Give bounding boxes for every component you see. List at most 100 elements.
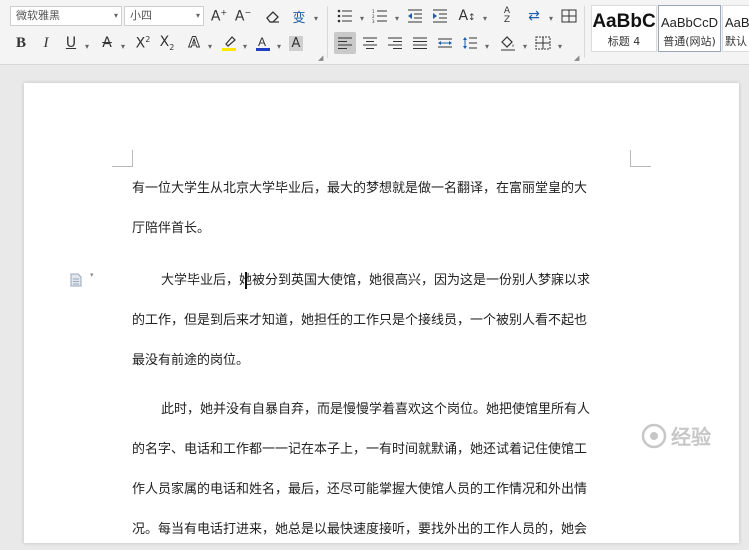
- line-spacing-swap-button[interactable]: ⇄: [523, 5, 545, 27]
- paragraph-3[interactable]: 此时，她并没有自暴自弃，而是慢慢学着喜欢这个岗位。她把使馆里所有人 的名字、电话…: [132, 390, 632, 550]
- shading-dropdown[interactable]: ▾: [518, 35, 532, 57]
- line-spacing-button[interactable]: [459, 32, 481, 54]
- style-heading-4[interactable]: AaBbC 标题 4: [591, 5, 657, 52]
- chevron-down-icon: ▾: [120, 41, 125, 51]
- bold-button[interactable]: B: [10, 32, 32, 54]
- chevron-down-icon: ▾: [195, 11, 200, 20]
- chevron-down-icon: ▾: [313, 13, 318, 23]
- chevron-down-icon: ▾: [242, 41, 247, 51]
- numbering-button[interactable]: 123: [369, 5, 391, 27]
- distributed-button[interactable]: [434, 32, 456, 54]
- line-spacing-swap-dropdown[interactable]: ▾: [544, 7, 558, 29]
- underline-icon: U: [65, 35, 77, 51]
- italic-button[interactable]: I: [35, 32, 57, 54]
- shrink-font-icon: A−: [234, 7, 252, 25]
- text-effect-dropdown[interactable]: ▾: [203, 35, 217, 57]
- margin-crop-mark-right: [630, 150, 651, 167]
- eraser-icon: [266, 11, 279, 23]
- paragraph-handle-icon[interactable]: [70, 273, 82, 287]
- borders-icon: [535, 36, 551, 50]
- superscript-button[interactable]: X2: [132, 32, 154, 54]
- highlight-button[interactable]: [218, 32, 240, 54]
- table-insert-button[interactable]: [558, 5, 580, 27]
- align-right-icon: [388, 37, 402, 49]
- numbering-dropdown[interactable]: ▾: [390, 7, 404, 29]
- increase-indent-button[interactable]: [429, 5, 451, 27]
- watermark-text: 经验: [671, 425, 711, 449]
- align-center-icon: [363, 37, 377, 49]
- margin-crop-mark-left: [112, 150, 133, 167]
- chevron-down-icon: ▾: [557, 41, 562, 51]
- font-family-select[interactable]: 微软雅黑 ▾: [10, 6, 122, 26]
- strikethrough-button[interactable]: A: [96, 32, 118, 54]
- subscript-button[interactable]: X2: [156, 32, 178, 54]
- font-size-select[interactable]: 小四 ▾: [124, 6, 204, 26]
- strikethrough-dropdown[interactable]: ▾: [116, 35, 130, 57]
- align-center-button[interactable]: [359, 32, 381, 54]
- chevron-down-icon: ▾: [207, 41, 212, 51]
- chevron-down-icon: ▾: [484, 41, 489, 51]
- text-line: 的名字、电话和工作都一一记在本子上，一有时间就默诵，她还试着记住使馆工: [132, 442, 588, 457]
- underline-button[interactable]: U: [60, 32, 82, 54]
- text-line: 厅陪伴首长。: [132, 221, 211, 236]
- sort-button[interactable]: AZ: [496, 5, 518, 27]
- grow-font-icon: A+: [210, 7, 228, 25]
- underline-dropdown[interactable]: ▾: [80, 35, 94, 57]
- paragraph-2[interactable]: 大学毕业后，她被分到英国大使馆，她很高兴，因为这是一份别人梦寐以求 的工作，但是…: [132, 261, 632, 381]
- font-color-button[interactable]: A: [252, 32, 274, 54]
- highlighter-icon: [222, 36, 236, 51]
- style-default[interactable]: AaB 默认: [722, 5, 749, 52]
- paint-bucket-icon: [501, 36, 515, 51]
- style-normal-web[interactable]: AaBbCcD 普通(网站): [658, 5, 721, 52]
- borders-dropdown[interactable]: ▾: [553, 35, 567, 57]
- phonetic-guide-icon: 变: [292, 10, 306, 26]
- justify-button[interactable]: [409, 32, 431, 54]
- clear-format-button[interactable]: [262, 5, 284, 27]
- chevron-down-icon: ▾: [276, 41, 281, 51]
- text-direction-icon: A↕: [458, 8, 476, 24]
- sort-icon: AZ: [503, 6, 511, 25]
- text-line: 作人员家属的电话和姓名，最后，还尽可能掌握大使馆人员的工作情况和外出情: [132, 482, 588, 497]
- character-shading-button[interactable]: A: [285, 32, 307, 54]
- text-line: 大学毕业后，她被分到英国大使馆，她很高兴，因为这是一份别人梦寐以求: [161, 273, 591, 288]
- subscript-icon: X2: [159, 34, 175, 52]
- style-label: 普通(网站): [663, 35, 716, 48]
- grow-font-button[interactable]: A+: [208, 5, 230, 27]
- chevron-down-icon: ▾: [522, 41, 527, 51]
- text-effect-icon: A: [188, 35, 200, 52]
- chevron-down-icon: ▾: [394, 13, 399, 23]
- borders-button[interactable]: [532, 32, 554, 54]
- text-direction-button[interactable]: A↕: [456, 5, 478, 27]
- text-line: 有一位大学生从北京大学毕业后，最大的梦想就是做一名翻译，在富丽堂皇的大: [132, 181, 588, 196]
- text-direction-dropdown[interactable]: ▾: [478, 7, 492, 29]
- document-page[interactable]: ▾ 有一位大学生从北京大学毕业后，最大的梦想就是做一名翻译，在富丽堂皇的大 厅陪…: [24, 83, 739, 543]
- align-left-button[interactable]: [334, 32, 356, 54]
- bold-icon: B: [15, 34, 26, 51]
- phonetic-guide-button[interactable]: 变: [288, 5, 310, 27]
- decrease-indent-icon: [408, 9, 422, 23]
- italic-icon: I: [43, 34, 49, 51]
- style-label: 默认: [725, 35, 747, 48]
- chevron-down-icon: ▾: [90, 271, 94, 279]
- decrease-indent-button[interactable]: [404, 5, 426, 27]
- bullets-button[interactable]: [334, 5, 356, 27]
- align-left-icon: [338, 37, 352, 49]
- line-spacing-dropdown[interactable]: ▾: [480, 35, 494, 57]
- font-color-dropdown[interactable]: ▾: [272, 35, 286, 57]
- distributed-icon: [438, 38, 452, 48]
- svg-text:3: 3: [372, 19, 375, 23]
- highlight-dropdown[interactable]: ▾: [238, 35, 252, 57]
- phonetic-guide-dropdown[interactable]: ▾: [309, 7, 323, 29]
- style-sample: AaBbCcD: [660, 15, 719, 30]
- text-effect-button[interactable]: A: [183, 32, 205, 54]
- shrink-font-button[interactable]: A−: [232, 5, 254, 27]
- svg-text:A: A: [258, 35, 266, 49]
- text-line: 况。每当有电话打进来，她总是以最快速度接听，要找外出的工作人员的，她会: [132, 522, 588, 537]
- bullets-dropdown[interactable]: ▾: [355, 7, 369, 29]
- paragraph-1[interactable]: 有一位大学生从北京大学毕业后，最大的梦想就是做一名翻译，在富丽堂皇的大 厅陪伴首…: [132, 169, 632, 249]
- shading-button[interactable]: [497, 32, 519, 54]
- font-dialog-launcher-icon[interactable]: ◢: [318, 54, 323, 62]
- align-right-button[interactable]: [384, 32, 406, 54]
- paragraph-dialog-launcher-icon[interactable]: ◢: [574, 54, 579, 62]
- bullet-list-icon: [337, 9, 352, 23]
